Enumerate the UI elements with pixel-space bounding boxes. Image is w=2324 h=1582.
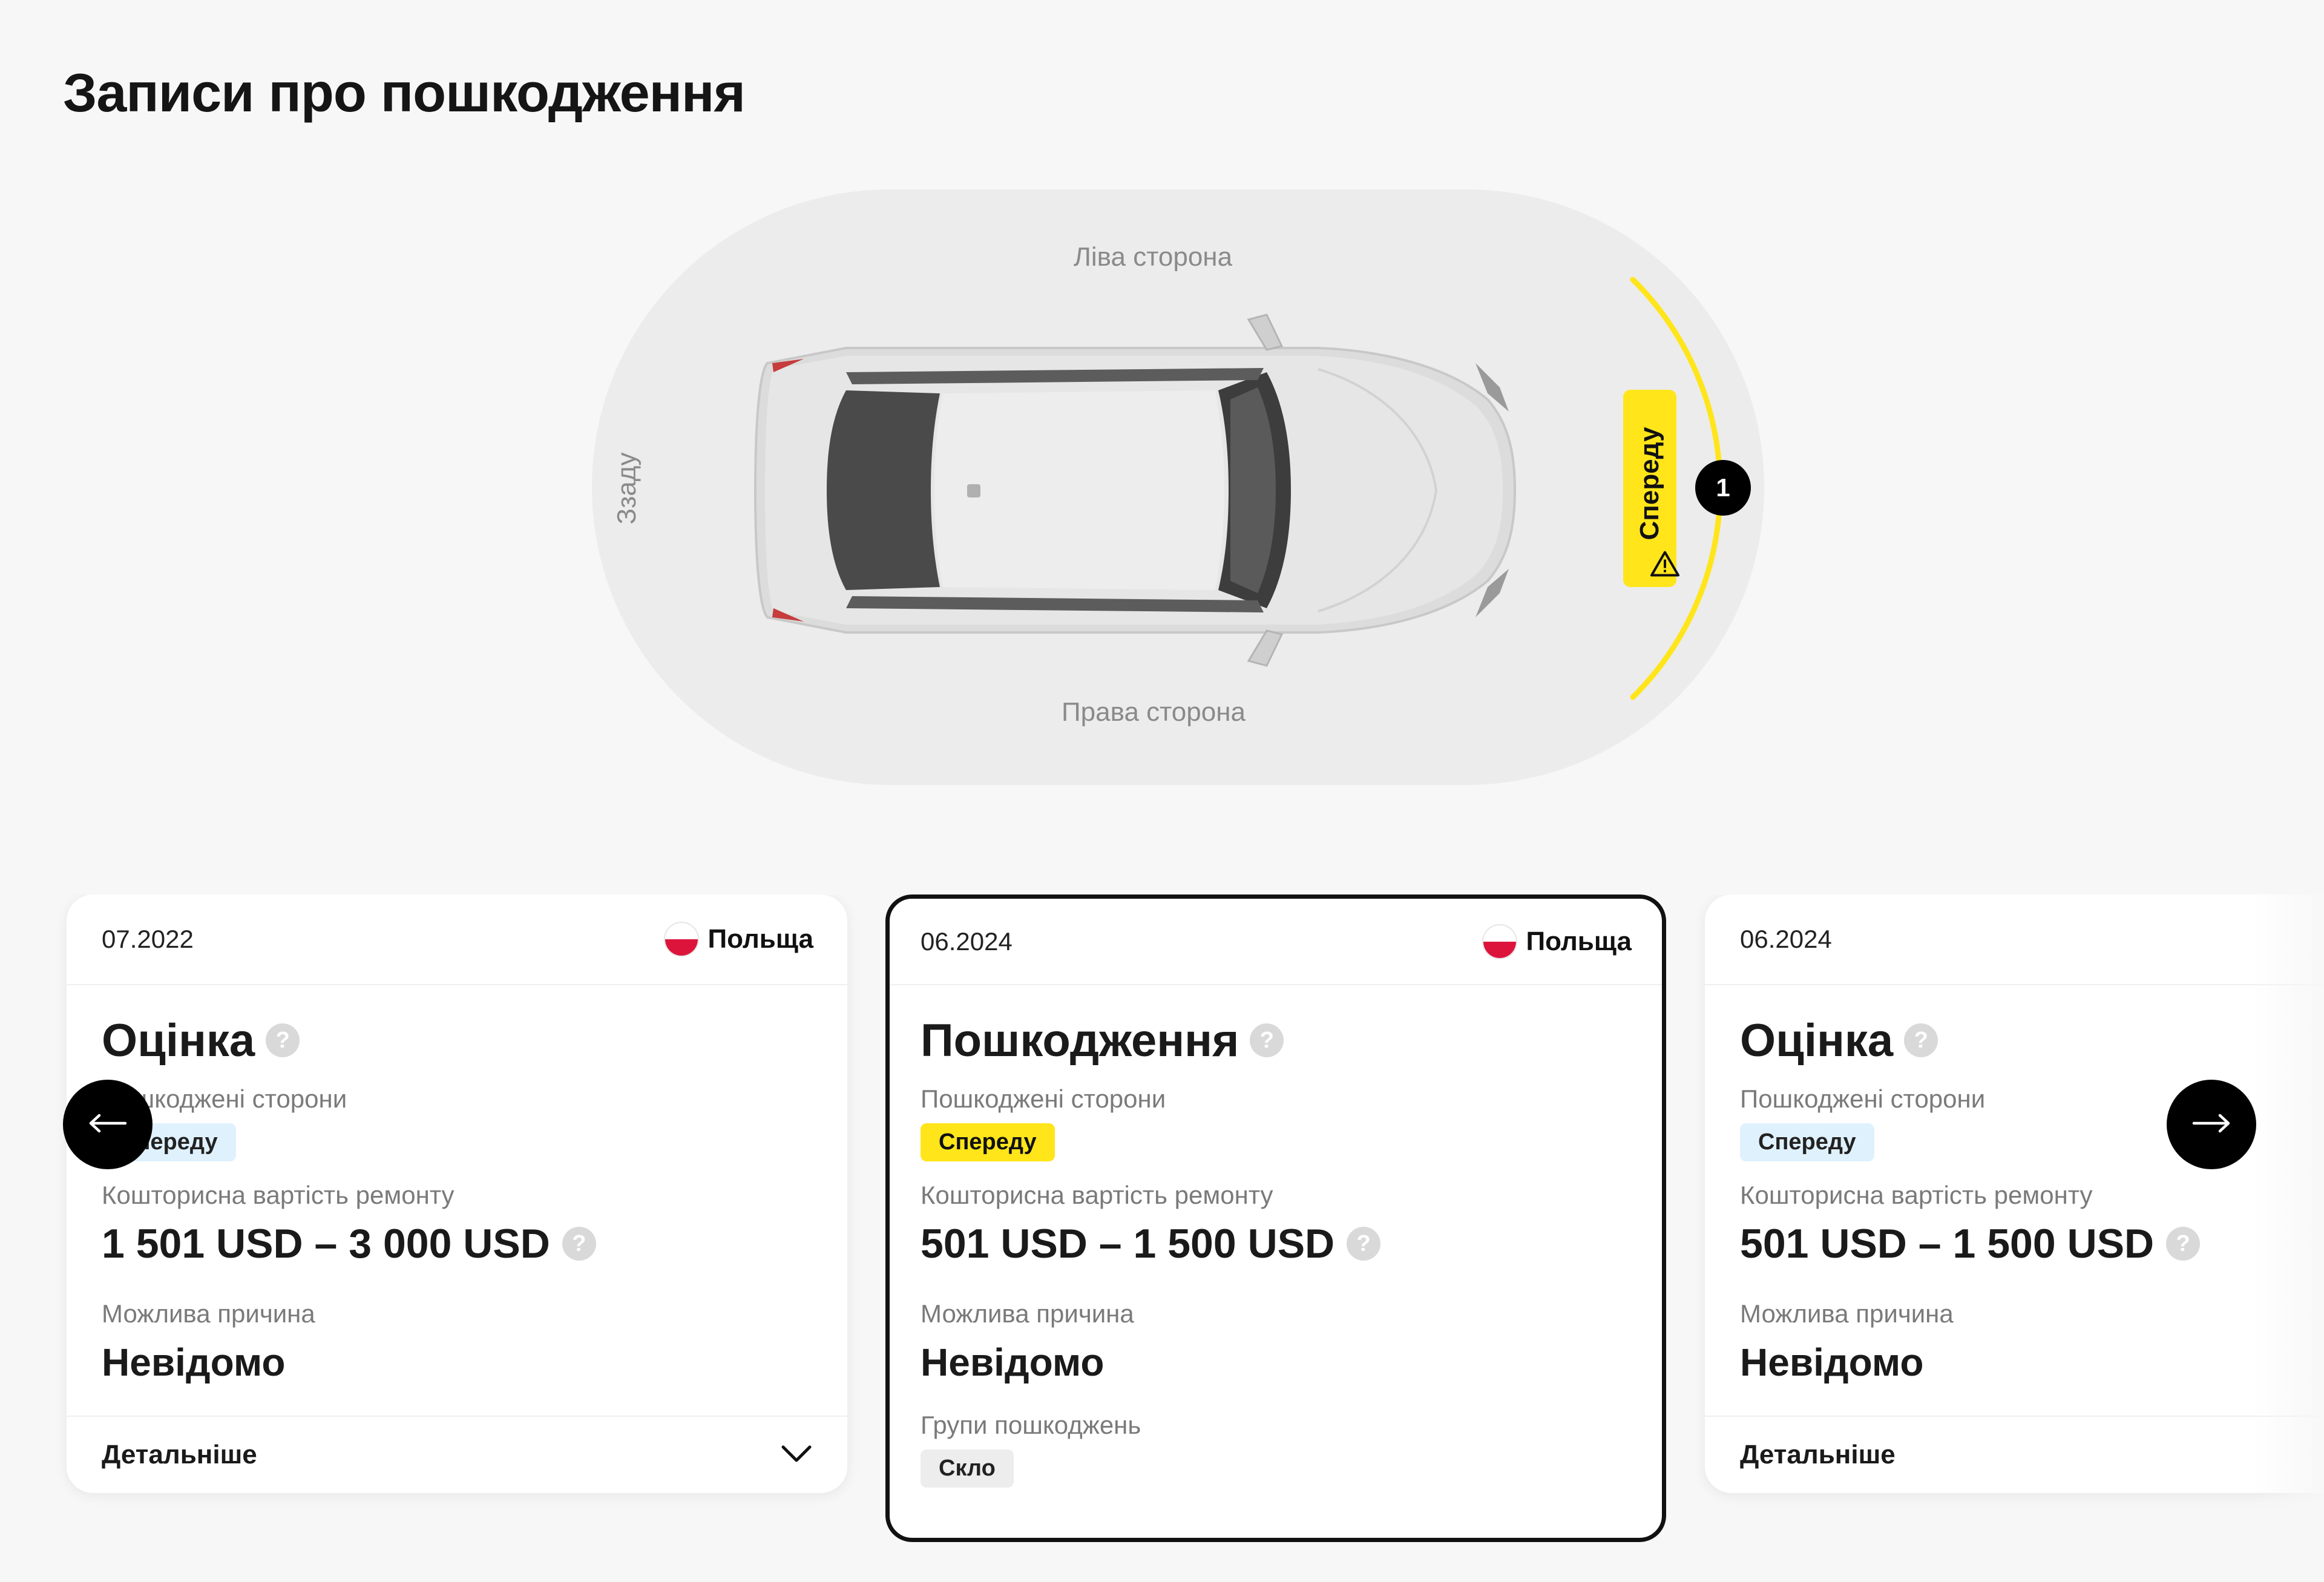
country-name: Польща xyxy=(1526,926,1632,956)
damaged-side-chip: Спереду xyxy=(1740,1123,1874,1161)
record-type-title: Оцінка xyxy=(102,1014,255,1066)
details-label: Детальніше xyxy=(1740,1440,1896,1469)
details-toggle[interactable]: Детальніше xyxy=(67,1416,847,1493)
cause-value: Невідомо xyxy=(921,1341,1105,1384)
card-header: 06.2024 Польща xyxy=(890,899,1662,985)
record-type-title: Оцінка xyxy=(1740,1014,1894,1066)
damage-record-card-active[interactable]: 06.2024 Польща Пошкодження ? Пошкоджені … xyxy=(885,894,1666,1542)
carousel-next-button[interactable] xyxy=(2167,1080,2256,1169)
car-damage-diagram: Ліва сторона Права сторона Ззаду Спереду… xyxy=(592,188,1766,787)
help-icon[interactable]: ? xyxy=(1250,1023,1284,1057)
record-country: Польща xyxy=(664,922,813,957)
damaged-side-chip: Спереду xyxy=(921,1123,1055,1161)
car-top-view xyxy=(753,313,1517,667)
repair-cost-label: Кошторисна вартість ремонту xyxy=(102,1181,455,1209)
details-label: Детальніше xyxy=(102,1440,257,1469)
damage-group-chip: Скло xyxy=(921,1449,1014,1488)
right-side-label: Права сторона xyxy=(1062,697,1246,727)
arrow-left-icon xyxy=(88,1113,128,1137)
repair-cost-label: Кошторисна вартість ремонту xyxy=(1740,1181,2093,1209)
poland-flag-icon xyxy=(1482,924,1518,959)
damage-record-card[interactable]: 07.2022 Польща Оцінка ? Пошкоджені сторо… xyxy=(67,894,847,1493)
carousel-fade xyxy=(2251,894,2324,1536)
help-icon[interactable]: ? xyxy=(562,1227,596,1261)
repair-cost-value: 501 USD – 1 500 USD xyxy=(1740,1221,2155,1267)
damage-records-carousel: 07.2022 Польща Оцінка ? Пошкоджені сторо… xyxy=(0,894,2324,1548)
card-header: 06.2024 xyxy=(1705,894,2324,985)
repair-cost-label: Кошторисна вартість ремонту xyxy=(921,1181,1273,1209)
cause-label: Можлива причина xyxy=(921,1299,1134,1328)
arrow-right-icon xyxy=(2191,1113,2231,1137)
help-icon[interactable]: ? xyxy=(1347,1227,1381,1261)
damage-records-page: Записи про пошкодження Ліва сторона Прав… xyxy=(0,0,2324,1582)
front-side-badge[interactable]: Спереду xyxy=(1623,390,1679,587)
poland-flag-icon xyxy=(664,922,700,957)
card-body: Оцінка ? Пошкоджені сторони Спереду Кошт… xyxy=(1705,985,2324,1391)
repair-cost-value: 1 501 USD – 3 000 USD xyxy=(102,1221,550,1267)
details-toggle[interactable]: Детальніше xyxy=(1705,1416,2324,1493)
card-body: Оцінка ? Пошкоджені сторони Спереду Кошт… xyxy=(67,985,847,1391)
chevron-down-icon xyxy=(781,1444,812,1466)
help-icon[interactable]: ? xyxy=(1904,1023,1938,1057)
country-name: Польща xyxy=(707,924,813,954)
cause-label: Можлива причина xyxy=(1740,1299,1954,1328)
record-date: 07.2022 xyxy=(102,925,194,953)
record-date: 06.2024 xyxy=(921,927,1013,956)
rear-label: Ззаду xyxy=(612,452,642,525)
left-side-label: Ліва сторона xyxy=(1074,242,1233,272)
carousel-prev-button[interactable] xyxy=(63,1080,153,1169)
damaged-sides-label: Пошкоджені сторони xyxy=(102,1085,347,1113)
cause-value: Невідомо xyxy=(102,1341,286,1384)
card-body: Пошкодження ? Пошкоджені сторони Спереду… xyxy=(890,985,1662,1488)
repair-cost-value: 501 USD – 1 500 USD xyxy=(921,1221,1335,1267)
page-title: Записи про пошкодження xyxy=(63,63,746,123)
cause-value: Невідомо xyxy=(1740,1341,1924,1384)
help-icon[interactable]: ? xyxy=(2166,1227,2201,1261)
front-side-label: Спереду xyxy=(1635,427,1664,540)
front-damage-count-badge: 1 xyxy=(1695,460,1751,516)
damaged-sides-label: Пошкоджені сторони xyxy=(921,1085,1166,1113)
cause-label: Можлива причина xyxy=(102,1299,315,1328)
help-icon[interactable]: ? xyxy=(266,1023,300,1057)
damage-groups-label: Групи пошкоджень xyxy=(921,1411,1141,1439)
record-date: 06.2024 xyxy=(1740,925,1832,953)
record-country: Польща xyxy=(1482,924,1632,959)
card-header: 07.2022 Польща xyxy=(67,894,847,985)
record-type-title: Пошкодження xyxy=(921,1014,1239,1066)
damage-record-card[interactable]: 06.2024 Оцінка ? Пошкоджені сторони Спер… xyxy=(1705,894,2324,1493)
